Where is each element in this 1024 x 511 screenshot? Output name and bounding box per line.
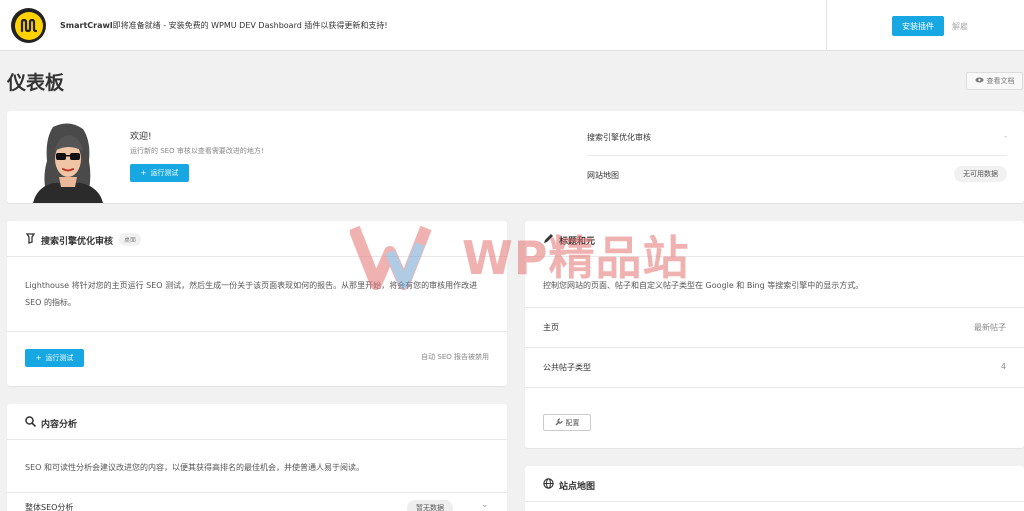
hero-avatar-illustration	[23, 121, 115, 203]
summary-card: 欢迎! 运行新的 SEO 审核以查看需要改进的地方! + 运行测试 搜索引擎优化…	[7, 111, 1024, 203]
audit-icon	[25, 233, 37, 245]
notice-text: 即将准备就绪 - 安装免费的 WPMU DEV Dashboard 插件以获得更…	[112, 21, 388, 30]
page-title: 仪表板	[7, 72, 65, 94]
content-analysis-description: SEO 和可读性分析会建议改进您的内容，以便其获得高排名的最佳机会，并使普通人易…	[25, 463, 364, 472]
notice-actions: 安装插件 解雇	[826, 0, 1024, 50]
run-test-label: 运行测试	[45, 354, 74, 362]
view-docs-button[interactable]: 查看文档	[966, 72, 1023, 90]
overall-seo-status-badge: 暂无数据	[407, 500, 453, 511]
smartcrawl-logo-icon	[11, 8, 46, 43]
content-analysis-header: 内容分析	[7, 404, 507, 440]
stat-label: 网站地图	[587, 171, 619, 180]
configure-label: 配置	[565, 418, 580, 427]
stat-status-badge: 无可用数据	[954, 166, 1007, 182]
overall-seo-analysis-label: 整体SEO分析	[25, 503, 74, 511]
seo-audit-divider	[7, 331, 507, 332]
content-analysis-divider	[7, 492, 507, 493]
plugin-notice-bar: SmartCrawl即将准备就绪 - 安装免费的 WPMU DEV Dashbo…	[0, 0, 1024, 51]
device-badge: 桌面	[119, 233, 142, 246]
globe-icon	[543, 478, 555, 490]
seo-audit-title: 搜索引擎优化审核	[41, 237, 114, 247]
chevron-down-icon[interactable]: ⌄	[481, 500, 489, 510]
search-icon	[25, 416, 37, 428]
stat-row-seo-audit: 搜索引擎优化审核 -	[587, 132, 1007, 143]
content-analysis-title: 内容分析	[41, 420, 78, 430]
notice-message: SmartCrawl即将准备就绪 - 安装免费的 WPMU DEV Dashbo…	[60, 20, 388, 31]
eye-icon	[975, 77, 984, 85]
plus-icon: +	[35, 354, 42, 362]
welcome-title: 欢迎!	[130, 132, 152, 142]
configure-button[interactable]: 配置	[543, 414, 591, 431]
sitemap-card: 站点地图	[525, 466, 1024, 511]
content-analysis-card: 内容分析 SEO 和可读性分析会建议改进您的内容，以便其获得高排名的最佳机会，并…	[7, 404, 507, 511]
plus-icon: +	[140, 169, 147, 177]
seo-audit-run-test-button[interactable]: + 运行测试	[25, 349, 84, 367]
stat-label: 搜索引擎优化审核	[587, 133, 651, 142]
auto-report-status: 自动 SEO 报告被禁用	[421, 353, 489, 361]
titles-meta-row-homepage: 主页 最新帖子	[525, 307, 1024, 347]
titles-meta-divider	[525, 387, 1024, 388]
summary-run-test-button[interactable]: + 运行测试	[130, 164, 189, 182]
stat-divider	[587, 155, 1007, 156]
welcome-subtitle: 运行新的 SEO 审核以查看需要改进的地方!	[130, 147, 264, 155]
watermark-w-icon	[348, 225, 432, 290]
watermark-text: WP精品站	[462, 231, 690, 285]
run-test-label: 运行测试	[150, 169, 179, 177]
install-plugin-button[interactable]: 安装插件	[892, 16, 944, 36]
wrench-icon	[555, 417, 563, 428]
dismiss-notice-link[interactable]: 解雇	[952, 21, 968, 32]
notice-brand: SmartCrawl	[60, 21, 113, 30]
watermark-logo: WP精品站	[348, 222, 690, 292]
sitemap-title: 站点地图	[559, 482, 596, 492]
titles-meta-row-post-types: 公共帖子类型 4	[525, 347, 1024, 387]
row-value: 最新帖子	[974, 323, 1006, 332]
row-label: 主页	[543, 323, 559, 332]
row-label: 公共帖子类型	[543, 363, 591, 372]
stat-row-sitemap: 网站地图 无可用数据	[587, 166, 1007, 182]
view-docs-label: 查看文档	[986, 77, 1015, 85]
row-value: 4	[1000, 362, 1006, 371]
sitemap-header: 站点地图	[525, 466, 1024, 502]
stat-value: -	[1004, 132, 1007, 141]
